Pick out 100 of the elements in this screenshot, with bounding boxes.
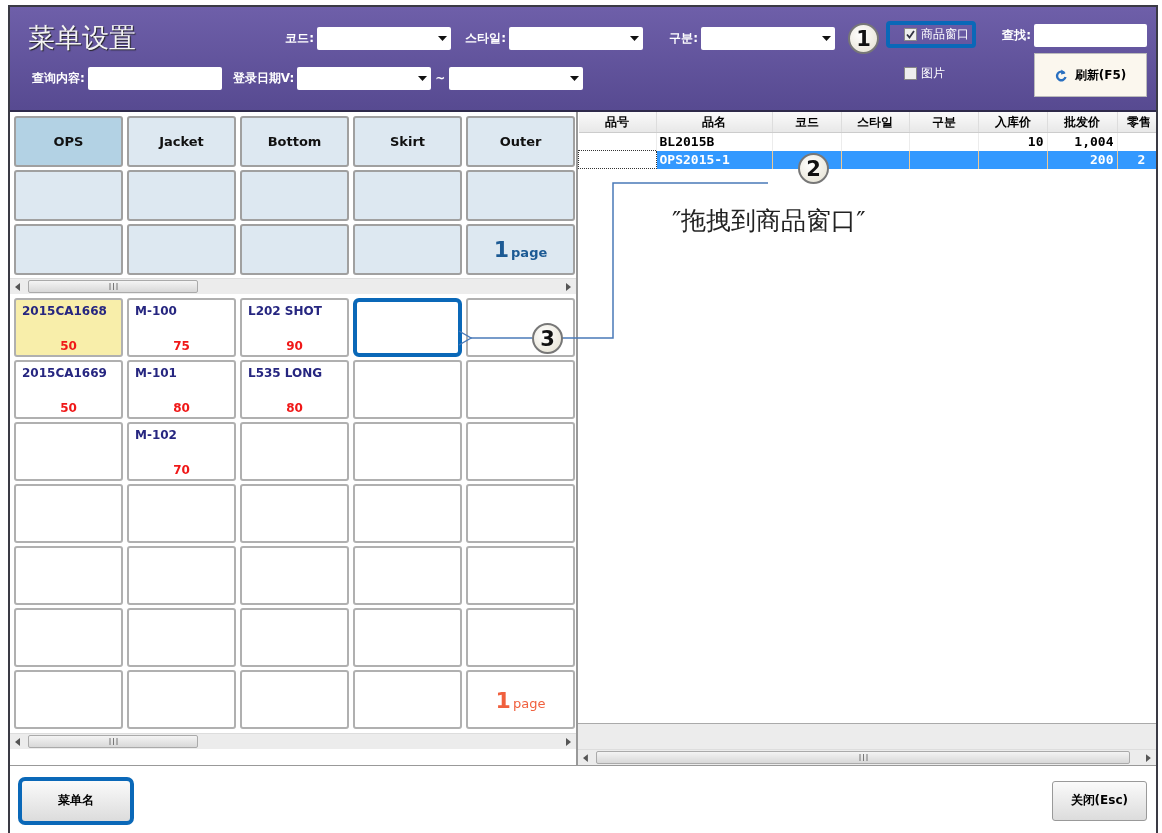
product-cell[interactable]: L535 LONG 80: [240, 360, 349, 419]
grid-cell[interactable]: [466, 360, 575, 419]
table-cell: BL2015B: [659, 134, 715, 150]
caret-icon: [570, 75, 580, 81]
grid-cell[interactable]: [127, 546, 236, 605]
product-name: 2015CA1668: [22, 304, 108, 318]
grid-cell[interactable]: [353, 422, 462, 481]
scrollbar-thumb[interactable]: [28, 735, 198, 748]
column-header[interactable]: 品名: [656, 112, 772, 133]
refresh-icon: [1054, 68, 1067, 82]
grid-cell[interactable]: [353, 360, 462, 419]
grid-cell[interactable]: [14, 170, 123, 221]
caret-icon: [438, 35, 447, 41]
grid-cell[interactable]: [240, 170, 349, 221]
product-quantity: 80: [172, 401, 191, 415]
checkbox[interactable]: [904, 67, 917, 80]
search-field[interactable]: [1034, 24, 1147, 47]
scrollbar-thumb[interactable]: [595, 751, 1131, 764]
grid-cell[interactable]: [127, 170, 236, 221]
table-cell: 10: [1027, 134, 1044, 150]
scroll-left-icon[interactable]: [15, 282, 20, 291]
column-header[interactable]: 入库价: [978, 112, 1047, 133]
column-header[interactable]: 零售: [1117, 112, 1156, 133]
product-cell[interactable]: 2015CA1669 50: [14, 360, 123, 419]
grid-cell[interactable]: [353, 224, 462, 275]
page-unit: page: [511, 245, 548, 260]
scrollbar[interactable]: [10, 278, 576, 294]
scroll-left-icon[interactable]: [15, 737, 20, 746]
field-label: 코드:: [285, 29, 314, 47]
window-title: 菜单设置: [27, 21, 137, 55]
grid-cell[interactable]: [353, 170, 462, 221]
grid-cell[interactable]: [14, 484, 123, 543]
product-cell[interactable]: M-100 75: [127, 298, 236, 357]
grid-cell[interactable]: [466, 422, 575, 481]
menu-name-button[interactable]: 菜单名: [18, 776, 134, 825]
grid-cell[interactable]: [240, 670, 349, 729]
checkbox[interactable]: [904, 28, 917, 41]
caret-icon: [418, 75, 428, 81]
grid-cell[interactable]: [14, 224, 123, 275]
dropdown[interactable]: [701, 26, 835, 50]
dropdown[interactable]: [509, 26, 643, 50]
field-label: 구분:: [669, 29, 698, 47]
product-cell[interactable]: L202 SHOT 90: [240, 298, 349, 357]
scroll-right-icon[interactable]: [566, 282, 571, 291]
category-button[interactable]: Outer: [466, 116, 575, 167]
grid-cell[interactable]: [466, 170, 575, 221]
table-cell: 1,004: [1074, 134, 1114, 150]
grid-cell[interactable]: [14, 422, 123, 481]
category-button[interactable]: Skirt: [353, 116, 462, 167]
grid-cell[interactable]: [240, 546, 349, 605]
highlighted-cell[interactable]: [353, 298, 462, 357]
grid-cell[interactable]: [353, 484, 462, 543]
product-cell[interactable]: M-102 70: [127, 422, 236, 481]
category-button[interactable]: OPS: [14, 116, 123, 167]
grid-cell[interactable]: [14, 608, 123, 667]
column-header[interactable]: 品号: [578, 112, 656, 133]
grid-cell[interactable]: [353, 546, 462, 605]
category-button[interactable]: Jacket: [127, 116, 236, 167]
scrollbar[interactable]: [10, 733, 576, 749]
product-name: 2015CA1669: [22, 366, 108, 380]
caret-icon: [822, 35, 831, 41]
product-cell[interactable]: M-101 80: [127, 360, 236, 419]
column-header[interactable]: 구분: [909, 112, 978, 133]
table-cell: 200: [1090, 152, 1114, 167]
grid-cell[interactable]: [127, 224, 236, 275]
column-header[interactable]: 스타일: [841, 112, 909, 133]
column-header[interactable]: 批发价: [1047, 112, 1117, 133]
grid-cell[interactable]: [240, 224, 349, 275]
grid-cell[interactable]: [240, 422, 349, 481]
grid-cell[interactable]: [14, 670, 123, 729]
input-field[interactable]: [87, 66, 222, 90]
grid-cell[interactable]: [127, 484, 236, 543]
column-header[interactable]: 코드: [772, 112, 841, 133]
dropdown[interactable]: [317, 26, 451, 50]
grid-cell[interactable]: [466, 298, 575, 357]
grid-cell[interactable]: [353, 670, 462, 729]
grid-cell[interactable]: [466, 608, 575, 667]
product-quantity: 50: [59, 401, 78, 415]
grid-cell[interactable]: [240, 484, 349, 543]
close-button[interactable]: 关闭(Esc): [1051, 780, 1147, 821]
grid-cell[interactable]: [240, 608, 349, 667]
scrollbar[interactable]: [578, 749, 1156, 765]
grid-cell[interactable]: [466, 484, 575, 543]
grid-cell[interactable]: [127, 608, 236, 667]
refresh-button[interactable]: 刷新(F5): [1034, 53, 1147, 97]
scroll-right-icon[interactable]: [1146, 753, 1151, 762]
grid-cell[interactable]: [353, 608, 462, 667]
dropdown[interactable]: [297, 66, 432, 90]
field-label: 查找:: [1002, 27, 1031, 44]
category-button[interactable]: Bottom: [240, 116, 349, 167]
product-quantity: 90: [285, 339, 304, 353]
dropdown[interactable]: [449, 66, 584, 90]
product-name: M-101: [135, 366, 178, 380]
grid-cell[interactable]: [127, 670, 236, 729]
scrollbar-thumb[interactable]: [28, 280, 198, 293]
scroll-left-icon[interactable]: [583, 753, 588, 762]
grid-cell[interactable]: [14, 546, 123, 605]
scroll-right-icon[interactable]: [566, 737, 571, 746]
product-cell[interactable]: 2015CA1668 50: [14, 298, 123, 357]
grid-cell[interactable]: [466, 546, 575, 605]
